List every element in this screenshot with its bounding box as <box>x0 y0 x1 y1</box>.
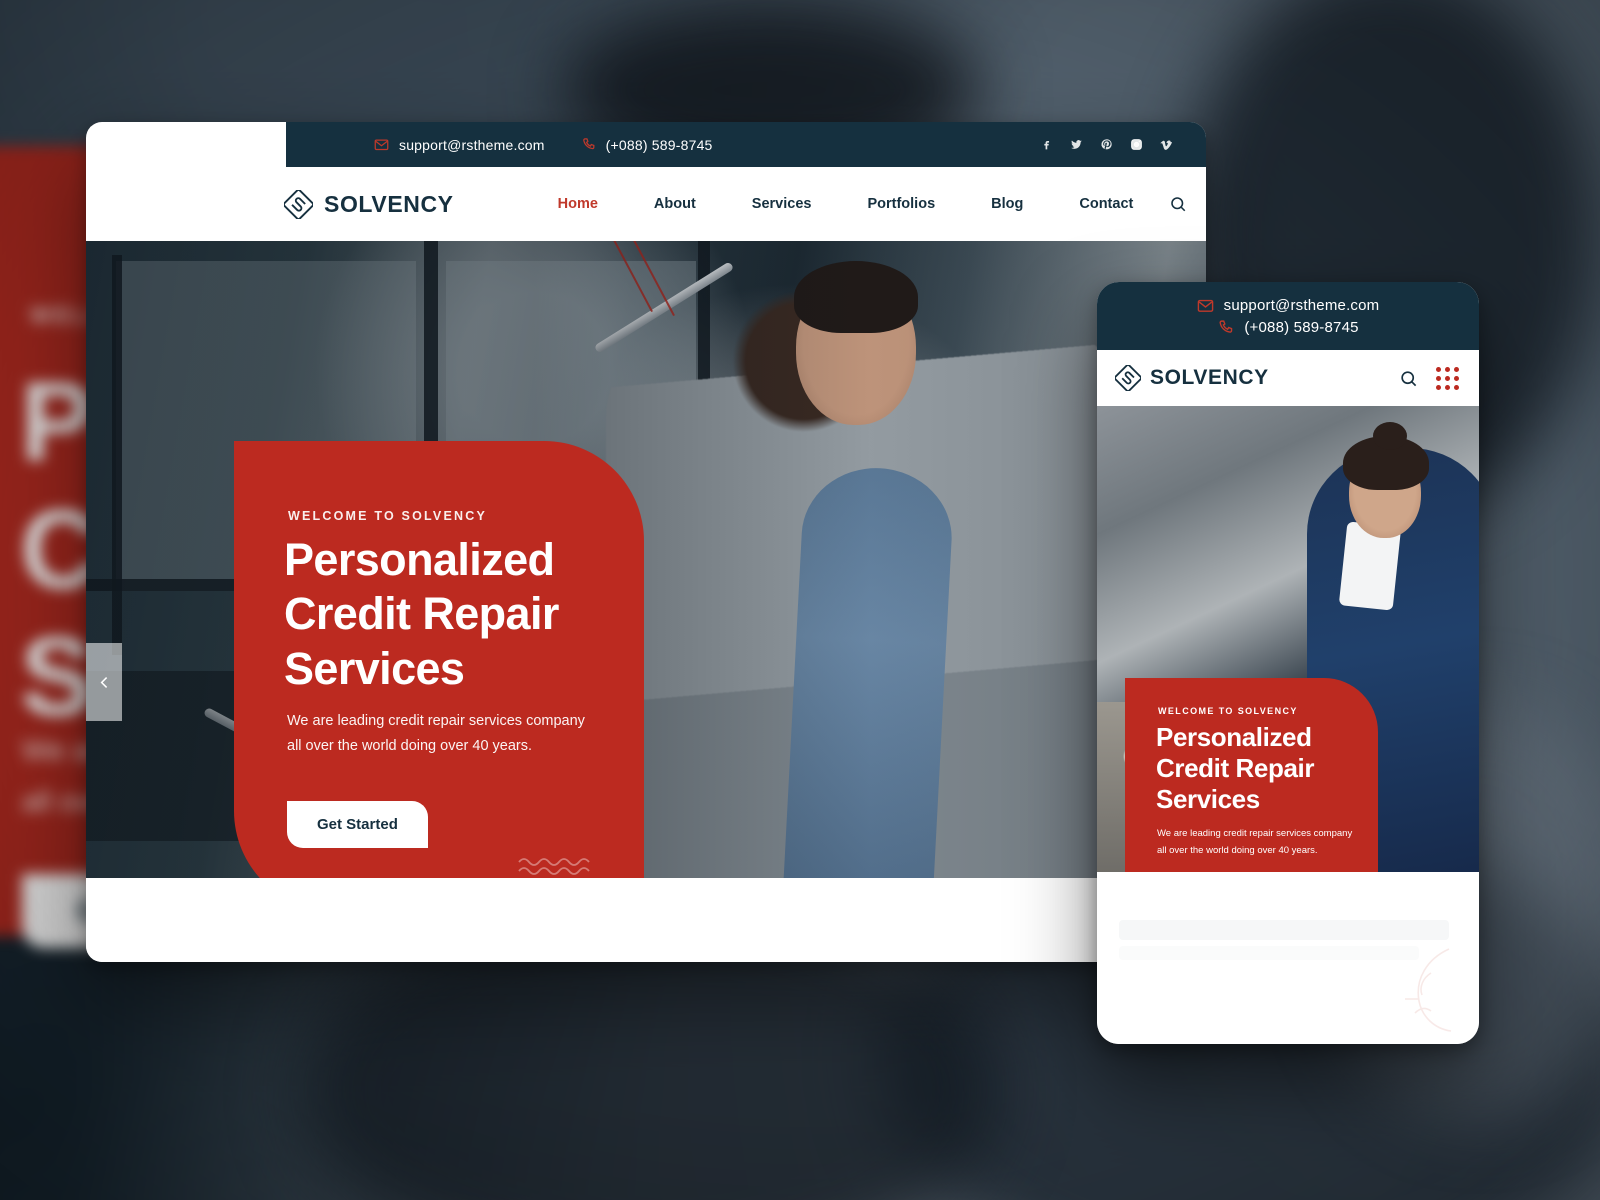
hero-paragraph-line1: We are leading credit repair services co… <box>287 713 585 729</box>
desktop-mockup: support@rstheme.com (+088) 589-8745 SOLV… <box>86 122 1206 962</box>
hero-section: WELCOME TO SOLVENCY Personalized Credit … <box>86 241 1206 878</box>
main-navbar: SOLVENCY Home About Services Portfolios … <box>86 167 1206 241</box>
wavy-lines-icon <box>518 855 594 877</box>
mobile-nav-actions <box>1399 366 1459 390</box>
envelope-icon <box>1197 297 1214 314</box>
topbar-email-text: support@rstheme.com <box>399 136 545 153</box>
facebook-icon[interactable] <box>1036 135 1056 155</box>
get-started-button[interactable]: Get Started <box>287 801 428 848</box>
instagram-icon[interactable] <box>1126 135 1146 155</box>
nav-item-contact[interactable]: Contact <box>1051 196 1161 212</box>
social-links <box>1036 135 1176 155</box>
mobile-hero-paragraph-line1: We are leading credit repair services co… <box>1157 828 1353 839</box>
nav-item-home[interactable]: Home <box>530 196 626 212</box>
phone-icon <box>581 137 596 152</box>
nav-item-about[interactable]: About <box>626 196 724 212</box>
mobile-hero-title-line1: Personalized <box>1156 722 1312 752</box>
mobile-navbar: SOLVENCY <box>1097 350 1479 407</box>
nav-item-blog[interactable]: Blog <box>963 196 1051 212</box>
hero-card: WELCOME TO SOLVENCY Personalized Credit … <box>234 441 644 878</box>
chevron-left-icon <box>96 674 113 691</box>
mobile-hero-title-line3: Services <box>1156 784 1260 815</box>
hero-title-line1: Personalized <box>284 534 555 585</box>
mobile-mockup: support@rstheme.com (+088) 589-8745 SOLV… <box>1097 282 1479 1044</box>
hero-title-line2: Credit Repair <box>284 588 559 640</box>
mobile-hero-title-line2: Credit Repair <box>1156 753 1315 784</box>
hero-eyebrow: WELCOME TO SOLVENCY <box>288 509 487 523</box>
brand-name: SOLVENCY <box>324 190 454 217</box>
nav-item-portfolios[interactable]: Portfolios <box>839 196 963 212</box>
mobile-topbar-email-text: support@rstheme.com <box>1223 296 1380 314</box>
brand-logo[interactable]: SOLVENCY <box>284 189 454 219</box>
mobile-brand-name: SOLVENCY <box>1150 366 1269 389</box>
diamond-s-logo-icon <box>1115 365 1141 391</box>
topbar-phone[interactable]: (+088) 589-8745 <box>581 137 713 153</box>
hero-paragraph-line2: all over the world doing over 40 years. <box>287 737 533 754</box>
mobile-topbar-phone-text: (+088) 589-8745 <box>1244 318 1359 336</box>
topbar-phone-text: (+088) 589-8745 <box>605 136 713 153</box>
top-utility-bar: support@rstheme.com (+088) 589-8745 <box>286 122 1206 167</box>
topbar-email[interactable]: support@rstheme.com <box>374 137 545 153</box>
carousel-prev-button[interactable] <box>86 643 122 721</box>
mobile-hero-person-bun <box>1373 422 1407 450</box>
diamond-s-logo-icon <box>284 189 313 219</box>
mobile-hero-title: Personalized Credit Repair Services <box>1156 722 1314 816</box>
mobile-hero-paragraph: We are leading credit repair services co… <box>1157 826 1372 859</box>
hero-title: Personalized Credit Repair Services <box>284 533 559 696</box>
phone-icon <box>1217 319 1234 336</box>
mobile-page-body <box>1097 872 1479 1044</box>
hero-paragraph: We are leading credit repair services co… <box>287 709 585 759</box>
search-icon[interactable] <box>1161 187 1195 221</box>
dot-grid-menu-icon[interactable] <box>1436 366 1459 390</box>
mobile-brand-logo[interactable]: SOLVENCY <box>1115 365 1269 391</box>
search-icon[interactable] <box>1399 369 1418 388</box>
mobile-placeholder-block <box>1119 920 1449 940</box>
page-bottom-strip <box>86 878 1206 962</box>
twitter-icon[interactable] <box>1066 135 1086 155</box>
mobile-topbar-email[interactable]: support@rstheme.com <box>1197 297 1380 314</box>
nav-menu: Home About Services Portfolios Blog Cont… <box>530 196 1162 212</box>
envelope-icon <box>374 137 389 152</box>
vimeo-icon[interactable] <box>1156 135 1176 155</box>
mobile-topbar-phone[interactable]: (+088) 589-8745 <box>1217 319 1358 336</box>
hero-title-line3: Services <box>284 642 465 694</box>
top-contact-group: support@rstheme.com (+088) 589-8745 <box>374 137 713 153</box>
mobile-hero-eyebrow: WELCOME TO SOLVENCY <box>1158 706 1298 716</box>
nav-item-services[interactable]: Services <box>724 196 840 212</box>
nav-actions: Get A Quote <box>1161 181 1206 227</box>
mobile-top-utility-bar: support@rstheme.com (+088) 589-8745 <box>1097 282 1479 350</box>
pinterest-icon[interactable] <box>1096 135 1116 155</box>
decorative-squiggle-icon <box>1353 943 1463 1040</box>
mobile-hero-paragraph-line2: all over the world doing over 40 years. <box>1157 844 1318 856</box>
